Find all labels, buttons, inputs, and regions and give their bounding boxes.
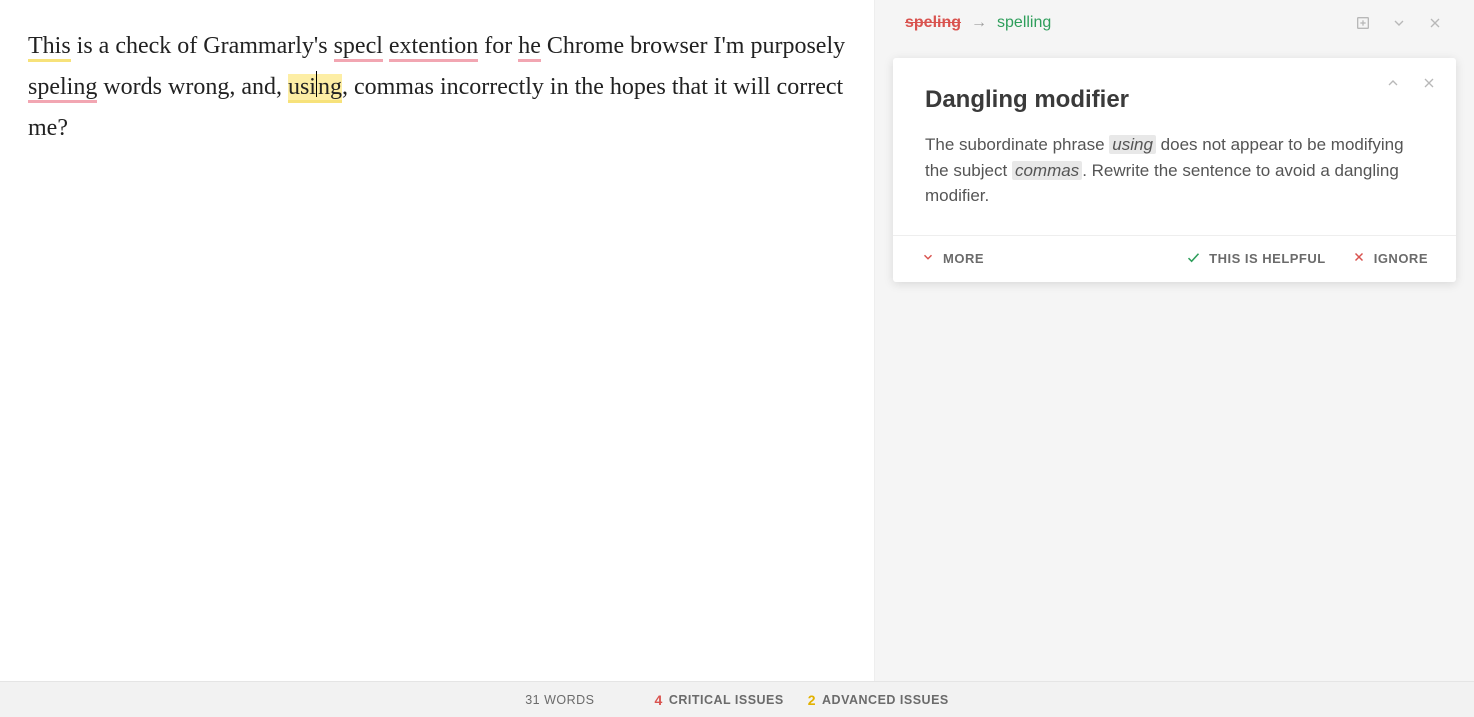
word-chip: using bbox=[1109, 135, 1156, 154]
critical-issues[interactable]: 4 CRITICAL ISSUES bbox=[655, 692, 784, 708]
original-word: speling bbox=[905, 14, 961, 32]
helpful-button[interactable]: THIS IS HELPFUL bbox=[1186, 250, 1326, 268]
editor-text: usi bbox=[288, 74, 316, 100]
text-highlight[interactable]: This bbox=[28, 33, 71, 62]
more-label: MORE bbox=[943, 251, 984, 266]
editor-text: Chrome browser I'm purposely bbox=[541, 33, 845, 59]
spelling-error[interactable]: specl bbox=[334, 33, 383, 62]
grammar-highlight[interactable]: using bbox=[288, 74, 342, 103]
suggestion-collapsed[interactable]: speling → spelling bbox=[893, 6, 1456, 44]
chevron-up-icon[interactable] bbox=[1384, 74, 1402, 92]
advanced-label: ADVANCED ISSUES bbox=[822, 693, 949, 707]
ignore-label: IGNORE bbox=[1374, 251, 1428, 266]
editor-area[interactable]: This is a check of Grammarly's specl ext… bbox=[0, 0, 874, 681]
add-to-dictionary-icon[interactable] bbox=[1354, 14, 1372, 32]
spelling-error[interactable]: speling bbox=[28, 74, 97, 103]
critical-count: 4 bbox=[655, 692, 663, 708]
chevron-down-icon[interactable] bbox=[1390, 14, 1408, 32]
spelling-error[interactable]: extention bbox=[389, 33, 478, 62]
close-icon[interactable] bbox=[1426, 14, 1444, 32]
editor-text: ng bbox=[318, 74, 342, 100]
suggestion-card: Dangling modifier The subordinate phrase… bbox=[893, 58, 1456, 282]
replacement-word[interactable]: spelling bbox=[997, 14, 1051, 32]
card-text-part: The subordinate phrase bbox=[925, 135, 1109, 154]
spelling-error[interactable]: he bbox=[518, 33, 541, 62]
editor-text: words wrong, and, bbox=[97, 74, 288, 100]
editor-text: for bbox=[478, 33, 518, 59]
word-count[interactable]: 31 WORDS bbox=[525, 693, 594, 707]
critical-label: CRITICAL ISSUES bbox=[669, 693, 784, 707]
more-button[interactable]: MORE bbox=[921, 250, 984, 267]
advanced-issues[interactable]: 2 ADVANCED ISSUES bbox=[808, 692, 949, 708]
arrow-icon: → bbox=[971, 14, 987, 32]
card-title: Dangling modifier bbox=[925, 86, 1424, 114]
advanced-count: 2 bbox=[808, 692, 816, 708]
editor-text bbox=[383, 33, 389, 59]
status-bar: 31 WORDS 4 CRITICAL ISSUES 2 ADVANCED IS… bbox=[0, 681, 1474, 717]
chevron-down-icon bbox=[921, 250, 935, 267]
ignore-button[interactable]: IGNORE bbox=[1352, 250, 1428, 267]
word-chip: commas bbox=[1012, 161, 1082, 180]
editor-text: is a check of Grammarly's bbox=[71, 33, 334, 59]
card-explanation: The subordinate phrase using does not ap… bbox=[925, 132, 1424, 209]
suggestions-sidebar: speling → spelling bbox=[874, 0, 1474, 681]
check-icon bbox=[1186, 250, 1201, 268]
close-icon[interactable] bbox=[1420, 74, 1438, 92]
helpful-label: THIS IS HELPFUL bbox=[1209, 251, 1326, 266]
close-icon bbox=[1352, 250, 1366, 267]
